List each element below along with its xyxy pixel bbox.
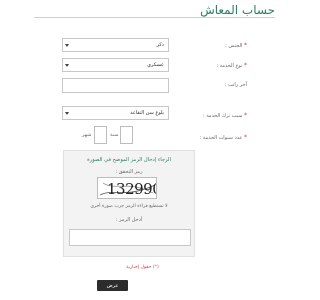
chevron-down-icon xyxy=(65,111,69,115)
gender-label: الجنس : xyxy=(225,43,243,49)
leave-reason-select[interactable]: بلوغ سن التقاعد xyxy=(62,106,169,120)
last-salary-label-row: آخر راتب : xyxy=(225,82,247,88)
captcha-code-text: 132990 xyxy=(107,180,157,198)
service-type-label-row: * نوع الخدمة : xyxy=(216,62,247,69)
service-type-label: نوع الخدمة : xyxy=(216,63,243,69)
captcha-refresh-link[interactable]: لا تستطيع قراءة الرمز جرب صورة أخرى xyxy=(64,204,194,209)
chevron-down-icon xyxy=(65,63,69,67)
service-years-month-input[interactable] xyxy=(94,126,107,144)
service-years-month-label: شهر xyxy=(82,132,92,138)
last-salary-input[interactable] xyxy=(62,78,169,93)
leave-reason-select-value: بلوغ سن التقاعد xyxy=(130,110,164,116)
chevron-down-icon xyxy=(65,43,69,47)
page-title: حساب المعاش xyxy=(200,3,275,17)
captcha-panel: الرجاء إدخال الرمز الموضح في الصورة رمز … xyxy=(63,150,195,257)
last-salary-label: آخر راتب : xyxy=(224,82,247,88)
captcha-input[interactable] xyxy=(69,229,191,246)
gender-select[interactable]: ذكر xyxy=(62,38,169,52)
leave-reason-label-row: * سبب ترك الخدمة : xyxy=(203,112,247,119)
service-type-select[interactable]: عسكري xyxy=(62,58,169,72)
service-years-label: عدد سنوات الخدمة : xyxy=(199,135,243,141)
captcha-code-label: رمز التحقق : xyxy=(115,169,143,175)
title-divider xyxy=(34,17,275,18)
gender-select-value: ذكر xyxy=(156,42,164,48)
submit-button[interactable]: عرض xyxy=(97,280,128,291)
captcha-input-label: أدخل الرمز : xyxy=(115,217,143,223)
leave-reason-label: سبب ترك الخدمة : xyxy=(202,113,243,119)
gender-required-mark: * xyxy=(244,42,247,49)
gender-label-row: * الجنس : xyxy=(225,42,247,49)
captcha-title: الرجاء إدخال الرمز الموضح في الصورة xyxy=(87,157,171,163)
service-years-required-mark: * xyxy=(244,134,247,141)
service-type-required-mark: * xyxy=(244,62,247,69)
service-years-label-row: * عدد سنوات الخدمة : xyxy=(200,134,247,141)
leave-reason-required-mark: * xyxy=(244,112,247,119)
service-type-select-value: عسكري xyxy=(147,62,164,68)
captcha-image: 132990 xyxy=(97,177,157,199)
service-years-year-input[interactable] xyxy=(120,126,133,144)
service-years-year-label: سنة xyxy=(110,132,119,138)
required-fields-note: (*) حقول إجبارية xyxy=(126,265,159,270)
